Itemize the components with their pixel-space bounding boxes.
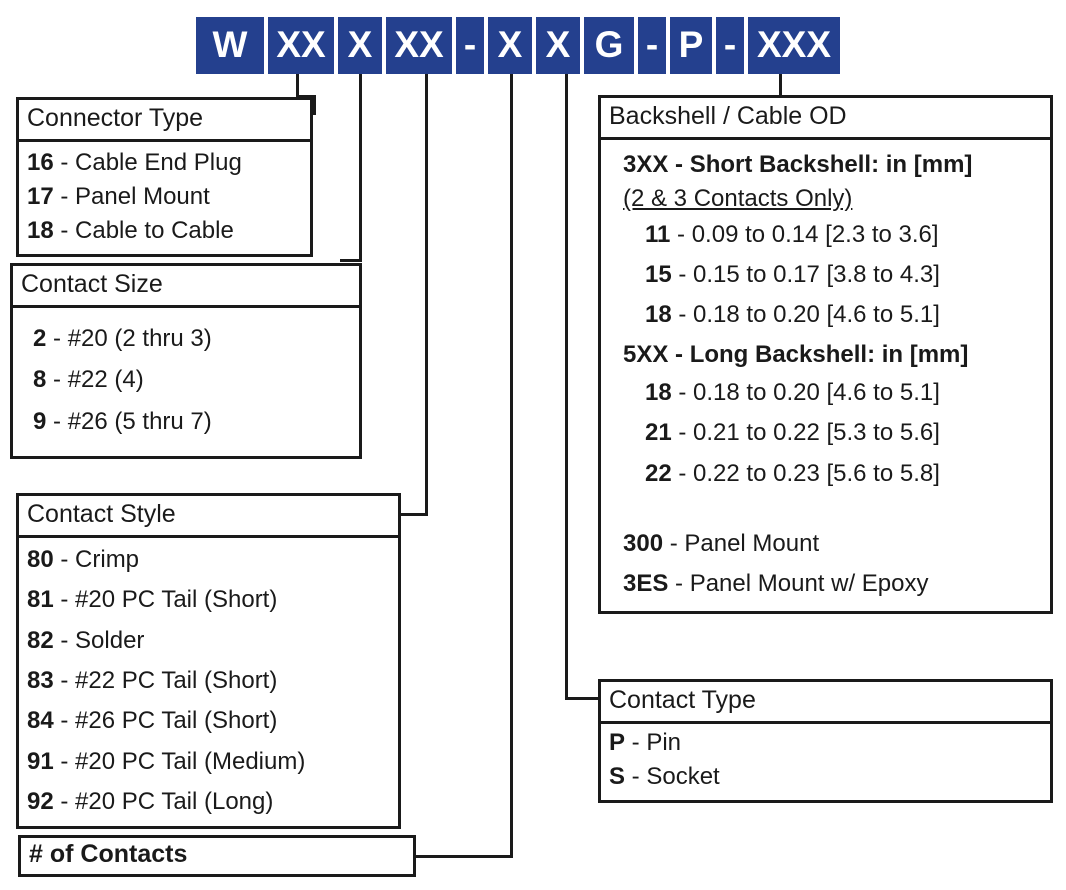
backshell-spacer [609, 494, 1044, 524]
list-item: 15 - 0.15 to 0.17 [3.8 to 4.3] [645, 261, 940, 289]
leader-contact-size-vertical [359, 74, 362, 260]
pn-segment-contact-style: XX [386, 17, 452, 74]
pn-segment-dash-2: - [638, 17, 666, 74]
leader-num-contacts-horizontal [416, 855, 513, 858]
list-item: 18 - 0.18 to 0.20 [4.6 to 5.1] [645, 301, 940, 329]
box-contact-style-body: 80 - Crimp 81 - #20 PC Tail (Short) 82 -… [19, 538, 398, 826]
leader-num-contacts-vertical [510, 74, 513, 858]
pn-segment-backshell: XXX [748, 17, 840, 74]
list-item: 9 - #26 (5 thru 7) [33, 407, 212, 435]
leader-contact-type-vertical [565, 74, 568, 699]
list-item: 8 - #22 (4) [33, 366, 144, 394]
backshell-short-note: (2 & 3 Contacts Only) [623, 185, 853, 213]
pn-segment-gold: G [584, 17, 634, 74]
list-item: 18 - Cable to Cable [27, 217, 234, 245]
box-contact-style: Contact Style 80 - Crimp 81 - #20 PC Tai… [16, 493, 401, 830]
list-item: 300 - Panel Mount [623, 529, 820, 557]
box-contact-style-title: Contact Style [19, 496, 398, 538]
box-contact-size-body: 2 - #20 (2 thru 3) 8 - #22 (4) 9 - #26 (… [13, 308, 359, 456]
leader-contact-size-horizontal [340, 259, 362, 262]
list-item: 11 - 0.09 to 0.14 [2.3 to 3.6] [645, 220, 939, 248]
part-number-row: W XX X XX - X X G - P - XXX [196, 17, 840, 74]
list-item: 3ES - Panel Mount w/ Epoxy [623, 570, 929, 598]
box-contact-type-body: P - Pin S - Socket [601, 724, 1050, 800]
pn-segment-dash-3: - [716, 17, 744, 74]
box-contact-size: Contact Size 2 - #20 (2 thru 3) 8 - #22 … [10, 263, 362, 459]
pn-segment-connector-type: XX [268, 17, 334, 74]
pn-segment-num-contacts: X [488, 17, 532, 74]
box-backshell-title: Backshell / Cable OD [601, 98, 1050, 140]
list-item: 81 - #20 PC Tail (Short) [27, 586, 278, 614]
list-item: 82 - Solder [27, 626, 145, 654]
pn-segment-contact-type: P [670, 17, 712, 74]
part-number-diagram: W XX X XX - X X G - P - XXX Connector Ty… [0, 0, 1066, 890]
list-item: 21 - 0.21 to 0.22 [5.3 to 5.6] [645, 419, 940, 447]
pn-segment-prefix: W [196, 17, 264, 74]
leader-contact-type-horizontal [565, 697, 601, 700]
list-item: 80 - Crimp [27, 546, 140, 573]
box-connector-type-title: Connector Type [19, 100, 310, 142]
leader-contact-style-vertical [425, 74, 428, 515]
list-item: 16 - Cable End Plug [27, 149, 242, 176]
box-contact-type-title: Contact Type [601, 682, 1050, 724]
list-item: 22 - 0.22 to 0.23 [5.6 to 5.8] [645, 459, 940, 487]
list-item: 92 - #20 PC Tail (Long) [27, 787, 274, 815]
pn-segment-unassigned: X [536, 17, 580, 74]
list-item: 17 - Panel Mount [27, 183, 210, 211]
box-backshell-body: 3XX - Short Backshell: in [mm] (2 & 3 Co… [601, 140, 1050, 611]
box-contact-type: Contact Type P - Pin S - Socket [598, 679, 1053, 804]
list-item: 2 - #20 (2 thru 3) [33, 325, 212, 352]
list-item: S - Socket [609, 763, 720, 791]
box-num-contacts: # of Contacts [18, 835, 416, 877]
box-connector-type-body: 16 - Cable End Plug 17 - Panel Mount 18 … [19, 142, 310, 254]
leader-connector-type-drop [313, 95, 316, 115]
box-connector-type: Connector Type 16 - Cable End Plug 17 - … [16, 97, 313, 258]
backshell-short-header: 3XX - Short Backshell: in [mm] [623, 151, 973, 178]
box-num-contacts-title: # of Contacts [29, 840, 188, 868]
backshell-long-header: 5XX - Long Backshell: in [mm] [623, 340, 969, 368]
list-item: P - Pin [609, 729, 682, 756]
list-item: 91 - #20 PC Tail (Medium) [27, 747, 306, 775]
pn-segment-dash-1: - [456, 17, 484, 74]
list-item: 83 - #22 PC Tail (Short) [27, 666, 278, 694]
box-contact-size-title: Contact Size [13, 266, 359, 308]
box-backshell: Backshell / Cable OD 3XX - Short Backshe… [598, 95, 1053, 614]
list-item: 84 - #26 PC Tail (Short) [27, 707, 278, 735]
pn-segment-contact-size: X [338, 17, 382, 74]
list-item: 18 - 0.18 to 0.20 [4.6 to 5.1] [645, 378, 940, 406]
